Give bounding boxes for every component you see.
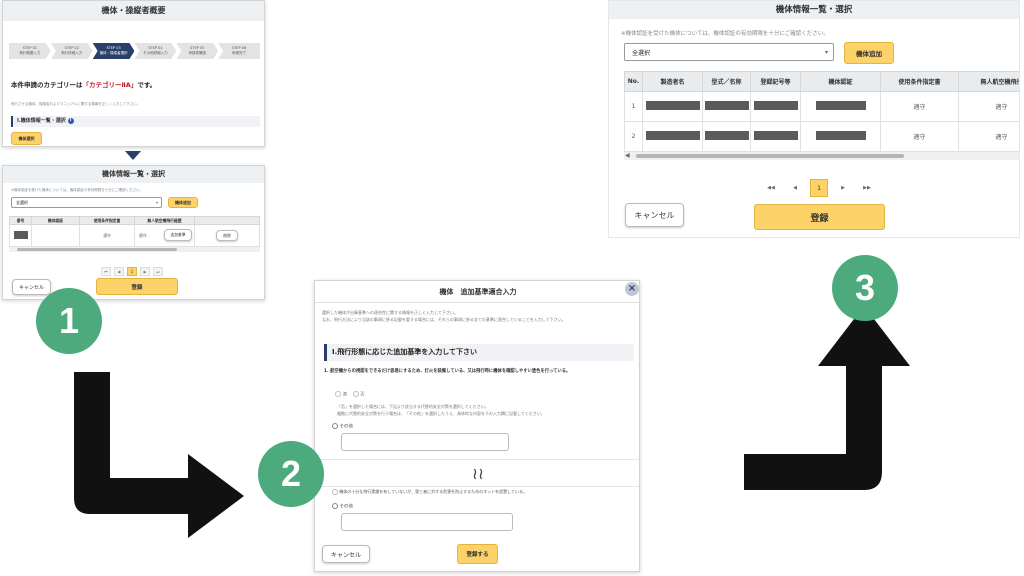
radio-group-1: 適 否: [335, 391, 365, 398]
select-aircraft-button[interactable]: 機体選択: [11, 132, 42, 145]
table-row: 2 適守 適守: [624, 121, 1019, 152]
page-first[interactable]: ⏮: [101, 267, 111, 276]
masked-value: [13, 231, 28, 239]
step-indicator: STEP 01 飛行概要入力 STEP 02 飛行詳細入力 STEP 03 機体・操縦…: [9, 43, 260, 59]
panel-additional-standard-modal: 機体 追加基準適合入力 × 選択した機体が出庫基準への適合性に関する情報を正しく…: [314, 280, 640, 572]
panel2-add-button[interactable]: 機体追加: [168, 197, 198, 208]
page-next[interactable]: ▶: [140, 267, 150, 276]
other-textarea-2[interactable]: [341, 513, 513, 531]
step-circle-3: 3: [832, 255, 898, 321]
panel2-table: 番号 機体認証 使用条件指定書 無人航空機飛行経歴 適守 適守 追加基準 削除: [9, 216, 260, 247]
panel-aircraft-list-large: 機体情報一覧・選択 ※機体認証を受けた機体については、機体認証の有効期限を十分に…: [608, 0, 1020, 238]
modal-cancel-button[interactable]: キャンセル: [322, 545, 370, 563]
masked-value: [704, 131, 749, 140]
panel-aircraft-list-small: 機体情報一覧・選択 ※機体認証を受けた機体については、機体認証の有効期限を十分に…: [2, 165, 265, 300]
omission-band: ≀≀: [315, 459, 639, 487]
panel4-notice: ※機体認証を受けた機体については、機体認証の有効期限を十分にご確認ください。: [621, 31, 829, 37]
step-2: STEP 02 飛行詳細入力: [50, 43, 93, 59]
other-option-2: その他: [332, 503, 353, 510]
panel4-cancel-button[interactable]: キャンセル: [625, 203, 684, 227]
chevron-down-icon: ▾: [824, 48, 828, 56]
panel4-title: 機体情報一覧・選択: [609, 1, 1019, 19]
scroll-left-icon[interactable]: ◀: [625, 152, 630, 159]
table-header: 番号 機体認証 使用条件指定書 無人航空機飛行経歴: [9, 216, 260, 225]
panel2-cancel-button[interactable]: キャンセル: [12, 279, 51, 295]
panel4-select[interactable]: 全選択 ▾: [624, 43, 834, 61]
category-line: 本件申請のカテゴリーは「カテゴリーⅡA」です。: [11, 81, 157, 89]
info-icon: i: [67, 117, 74, 124]
bottom-option: 機体の十分な飛行実績を有していないが、第三者に対する危害を防止するためのネットを…: [332, 489, 527, 495]
modal-section-header: Ⅰ.飛行形態に応じた追加基準を入力して下さい: [324, 344, 634, 361]
step-4: STEP 04 その他詳細入力: [134, 43, 177, 59]
panel2-select[interactable]: 全選択 ▾: [11, 197, 162, 208]
modal-intro-2: なお、飛行方法により当該の事項に係る記載を要する場合には、それらの事項に係る全て…: [322, 317, 566, 322]
panel2-notice: ※機体認証を受けた機体については、機体認証の有効期限を十分にご確認ください。: [11, 188, 144, 192]
overview-note: 飛行させる機体、操縦者およびマニュアルに関する情報を正しく入力して下さい。: [11, 102, 141, 106]
masked-value: [645, 101, 700, 110]
radio-net[interactable]: [332, 489, 338, 495]
section-header: Ⅰ.機体情報一覧・選択 i: [11, 116, 260, 127]
step-6: STEP 06 申請完了: [218, 43, 260, 59]
panel4-submit-button[interactable]: 登録: [754, 204, 885, 230]
masked-value: [753, 101, 798, 110]
close-icon[interactable]: ×: [625, 282, 639, 296]
radio-yes[interactable]: [335, 391, 341, 397]
table-row: 1 適守 適守: [624, 91, 1019, 122]
category-value: 「カテゴリーⅡA」: [82, 81, 138, 89]
step-circle-2: 2: [258, 441, 324, 507]
panel-overview: 機体・操縦者概要 STEP 01 飛行概要入力 STEP 02 飛行詳細入力 STE…: [2, 0, 265, 147]
page-current[interactable]: 1: [127, 267, 137, 276]
masked-value: [704, 101, 749, 110]
panel2-title: 機体情報一覧・選択: [3, 166, 264, 183]
modal-submit-button[interactable]: 登録する: [457, 544, 498, 564]
question-1: 1. 航空機からの視認をできるだけ容易にするため、灯火を装備している、又は飛行時…: [324, 369, 571, 374]
modal-intro-1: 選択した機体が出庫基準への適合性に関する情報を正しく入力して下さい。: [322, 310, 458, 315]
panel2-pagination: ⏮ ◀ 1 ▶ ⏭: [101, 267, 163, 276]
table-header: No. 製造者名 型式／名称 登録記号等 機体認証 使用条件指定書 無人航空機飛…: [624, 71, 1019, 92]
step-circle-1: 1: [36, 288, 102, 354]
hint-2: 複数に代替的安全対策を行う場合は、「その他」を選択したうえ、具体的な内容を下の入…: [337, 411, 545, 416]
page-next[interactable]: ▶: [834, 179, 852, 197]
hint-1: 「否」を選択した場合には、下記より該当する代替的安全対策を選択してください。: [337, 404, 489, 409]
masked-value: [645, 131, 700, 140]
delete-button[interactable]: 削除: [216, 230, 238, 241]
table-row: 適守 適守 追加基準 削除: [9, 224, 260, 247]
masked-value: [815, 131, 866, 140]
step-3-active: STEP 03 機体・操縦者選択: [92, 43, 135, 59]
page-first[interactable]: ◀◀: [762, 179, 780, 197]
masked-value: [753, 131, 798, 140]
panel2-submit-button[interactable]: 登録: [96, 278, 178, 295]
page-last[interactable]: ▶▶: [858, 179, 876, 197]
panel4-scrollbar[interactable]: ◀: [624, 152, 1019, 160]
radio-other[interactable]: [332, 423, 338, 429]
radio-other-2[interactable]: [332, 503, 338, 509]
page-prev[interactable]: ◀: [114, 267, 124, 276]
add-standard-button[interactable]: 追加基準: [164, 229, 192, 241]
step-1: STEP 01 飛行概要入力: [9, 43, 51, 59]
page-last[interactable]: ⏭: [153, 267, 163, 276]
page-current[interactable]: 1: [810, 179, 828, 197]
step-5: STEP 05 申請書確認: [176, 43, 219, 59]
other-option: その他: [332, 423, 353, 430]
modal-title: 機体 追加基準適合入力: [439, 288, 517, 296]
panel4-add-button[interactable]: 機体追加: [844, 42, 894, 64]
panel4-table: No. 製造者名 型式／名称 登録記号等 機体認証 使用条件指定書 無人航空機飛…: [624, 71, 1019, 152]
panel4-pagination: ◀◀ ◀ 1 ▶ ▶▶: [762, 179, 876, 197]
page-prev[interactable]: ◀: [786, 179, 804, 197]
down-arrow-icon: [125, 151, 141, 160]
chevron-down-icon: ▾: [155, 200, 158, 205]
masked-value: [815, 101, 866, 110]
omit-icon: ≀≀: [472, 464, 484, 483]
other-textarea[interactable]: [341, 433, 509, 451]
radio-no[interactable]: [352, 391, 359, 397]
panel2-scrollbar[interactable]: [9, 247, 260, 252]
panel-overview-title: 機体・操縦者概要: [3, 1, 264, 21]
